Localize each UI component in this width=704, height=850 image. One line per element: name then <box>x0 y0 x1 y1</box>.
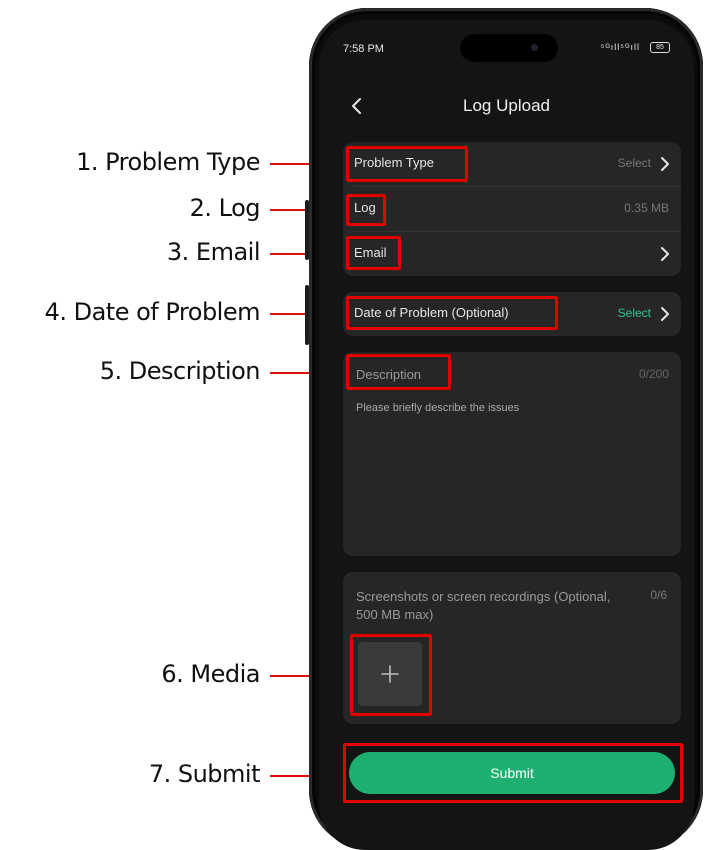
chevron-right-icon <box>661 307 669 321</box>
log-row: Log 0.35 MB <box>343 187 681 231</box>
status-bar: 7:58 PM ⁵ᴳıll⁵ᴳıll 85 <box>319 20 694 64</box>
email-label: Email <box>354 245 387 260</box>
volume-button <box>305 285 309 345</box>
callout-email: 3. Email <box>166 238 261 266</box>
date-of-problem-row[interactable]: Date of Problem (Optional) Select <box>343 292 681 336</box>
media-label: Screenshots or screen recordings (Option… <box>356 589 611 622</box>
callout-media: 6. Media <box>161 660 260 688</box>
log-label: Log <box>354 200 376 215</box>
callout-submit: 7. Submit <box>148 760 261 788</box>
chevron-right-icon <box>661 247 669 261</box>
description-textarea[interactable] <box>356 402 666 542</box>
battery-icon: 85 <box>650 42 670 53</box>
plus-icon <box>381 665 399 683</box>
info-card: Problem Type Select Log 0.35 MB Email <box>343 142 681 276</box>
callout-date-of-problem: 4. Date of Problem <box>44 298 261 326</box>
phone-screen: 7:58 PM ⁵ᴳıll⁵ᴳıll 85 Log Upload Problem… <box>319 20 694 850</box>
signal-icon: ⁵ᴳıll⁵ᴳıll <box>600 42 640 52</box>
callout-log: 2. Log <box>189 194 261 222</box>
description-char-count: 0/200 <box>638 367 669 381</box>
date-of-problem-value: Select <box>617 306 651 320</box>
media-count: 0/6 <box>650 588 667 602</box>
log-size: 0.35 MB <box>624 201 669 215</box>
volume-button <box>305 200 309 260</box>
add-media-button[interactable] <box>358 642 422 706</box>
chevron-right-icon <box>661 157 669 171</box>
submit-button[interactable]: Submit <box>349 752 675 794</box>
problem-type-row[interactable]: Problem Type Select <box>343 142 681 186</box>
status-time: 7:58 PM <box>343 43 384 55</box>
callout-problem-type: 1. Problem Type <box>76 148 260 176</box>
camera-icon <box>531 44 538 51</box>
problem-type-value: Select <box>617 156 651 170</box>
description-card: Description 0/200 <box>343 352 681 556</box>
callout-description: 5. Description <box>99 357 261 385</box>
media-card: Screenshots or screen recordings (Option… <box>343 572 681 724</box>
email-row[interactable]: Email <box>343 232 681 276</box>
description-label: Description <box>356 367 422 382</box>
page-title: Log Upload <box>463 96 550 115</box>
problem-type-label: Problem Type <box>354 155 434 170</box>
dynamic-island <box>460 34 558 62</box>
date-card: Date of Problem (Optional) Select <box>343 292 681 336</box>
date-of-problem-label: Date of Problem (Optional) <box>354 305 509 320</box>
